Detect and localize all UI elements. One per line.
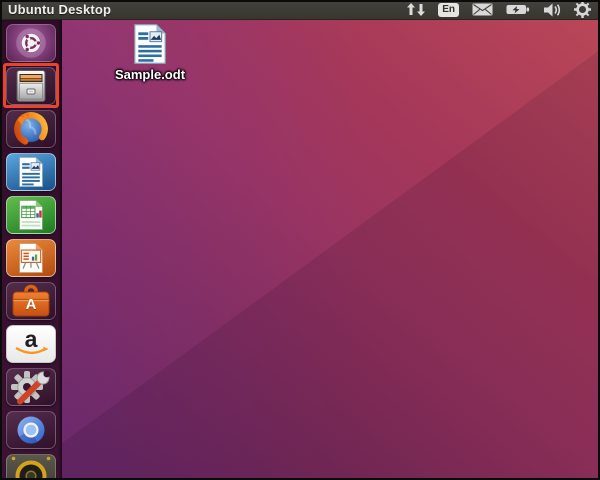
desktop-icon-sample-odt[interactable]: Sample.odt (104, 23, 196, 82)
battery-indicator[interactable] (506, 3, 530, 16)
impress-presentation-icon (16, 242, 46, 274)
envelope-icon (472, 3, 493, 16)
mail-indicator[interactable] (472, 3, 493, 16)
panel-title: Ubuntu Desktop (8, 2, 111, 17)
launcher-item-files[interactable] (6, 67, 56, 105)
volume-indicator[interactable] (543, 3, 561, 17)
session-menu-indicator[interactable] (574, 1, 591, 18)
launcher-item-libreoffice-impress[interactable] (6, 239, 56, 277)
launcher-item-libreoffice-writer[interactable] (6, 153, 56, 191)
file-cabinet-icon (13, 69, 49, 103)
desktop-icon-label: Sample.odt (115, 67, 185, 82)
speaker-volume-icon (543, 3, 561, 17)
launcher-item-libreoffice-calc[interactable] (6, 196, 56, 234)
gear-icon (574, 1, 591, 18)
battery-charging-icon (506, 3, 530, 16)
launcher-item-system-settings[interactable] (6, 368, 56, 406)
launcher-item-ubuntu-software[interactable]: A (6, 282, 56, 320)
unity-launcher: A a (0, 20, 62, 480)
launcher-item-firefox[interactable] (6, 110, 56, 148)
ubuntu-dash-icon (14, 28, 48, 58)
launcher-item-dash-home[interactable] (6, 24, 56, 62)
top-panel: Ubuntu Desktop En (0, 0, 600, 20)
desktop-wallpaper[interactable]: Sample.odt (62, 20, 600, 480)
launcher-item-chromium[interactable] (6, 411, 56, 449)
speaker-icon (9, 454, 53, 480)
ubuntu-desktop-screen: Ubuntu Desktop En (0, 0, 600, 480)
launcher-item-amazon[interactable]: a (6, 325, 56, 363)
software-bag-icon (9, 283, 53, 319)
up-down-arrows-icon (407, 3, 425, 16)
writer-document-icon (16, 156, 46, 188)
chromium-icon (12, 412, 50, 448)
text-sync-arrows-indicator[interactable] (407, 3, 425, 16)
gear-wrench-icon (9, 369, 53, 405)
amazon-smile-arrow-icon (14, 346, 50, 357)
calc-spreadsheet-icon (16, 199, 46, 231)
keyboard-layout-badge: En (438, 3, 459, 17)
keyboard-layout-indicator[interactable]: En (438, 3, 459, 17)
amazon-letter-a: a (7, 327, 55, 351)
launcher-item-media-player[interactable] (6, 454, 56, 480)
odt-document-icon (130, 23, 170, 65)
indicator-area: En (407, 1, 591, 18)
firefox-icon (12, 111, 50, 147)
